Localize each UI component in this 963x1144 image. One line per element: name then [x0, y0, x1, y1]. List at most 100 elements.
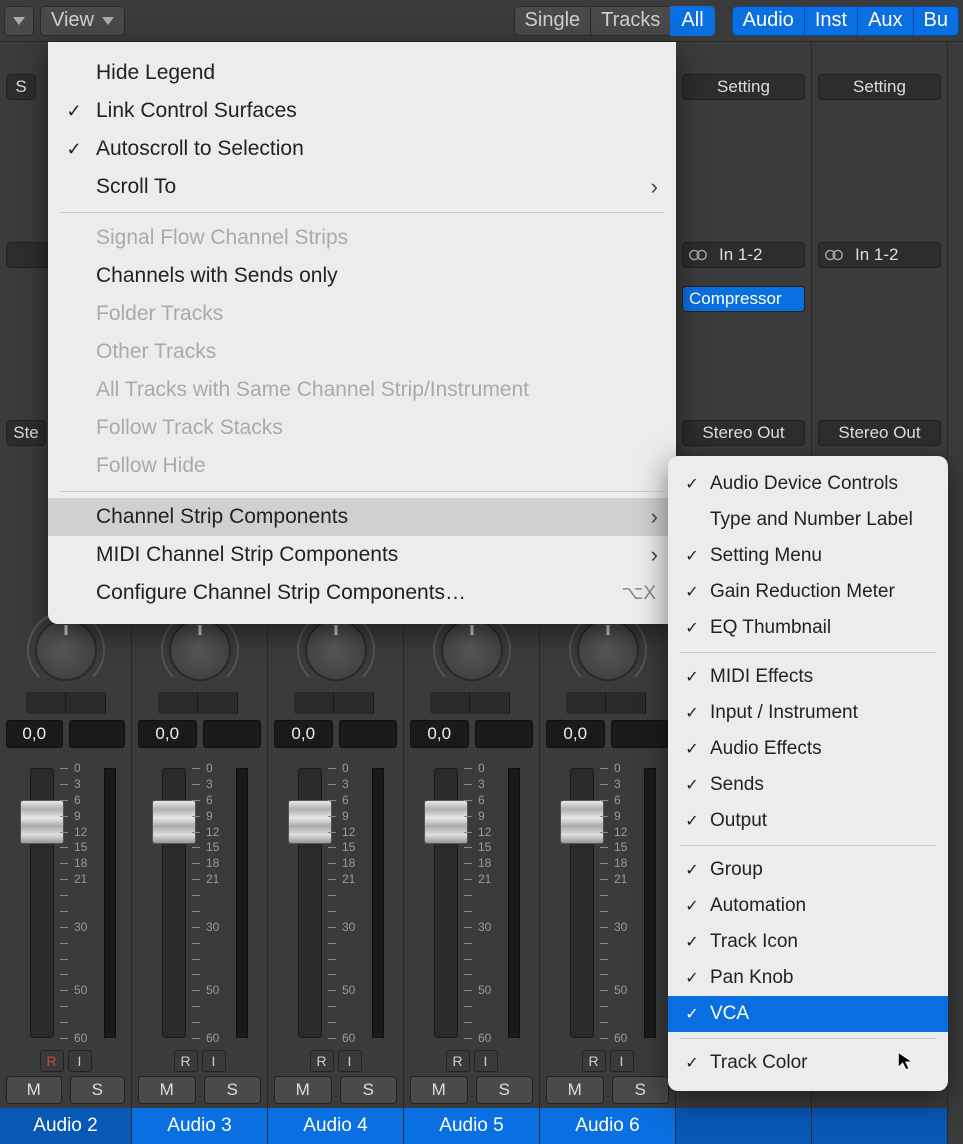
view-menu-dropdown: Hide Legend ✓Link Control Surfaces ✓Auto…: [48, 42, 676, 624]
seg-tracks[interactable]: Tracks: [590, 6, 671, 36]
submenu-item[interactable]: ✓Track Color: [668, 1045, 948, 1081]
track-name[interactable]: Audio 3: [132, 1108, 267, 1144]
mute-button[interactable]: M: [138, 1076, 196, 1104]
pan-knob[interactable]: [35, 619, 97, 681]
menu-item-folder-tracks: Folder Tracks: [48, 295, 676, 333]
solo-button[interactable]: S: [612, 1076, 670, 1104]
input-monitor-button[interactable]: I: [474, 1050, 498, 1072]
submenu-item-vca[interactable]: ✓VCA: [668, 996, 948, 1032]
menu-separator: [60, 491, 664, 492]
pan-value[interactable]: 0,0: [6, 720, 63, 748]
seg-bus[interactable]: Bu: [913, 6, 959, 36]
pan-knob[interactable]: [305, 619, 367, 681]
seg-inst[interactable]: Inst: [804, 6, 858, 36]
input-monitor-button[interactable]: I: [338, 1050, 362, 1072]
submenu-item[interactable]: ✓Sends: [668, 767, 948, 803]
menu-item-link-control-surfaces[interactable]: ✓Link Control Surfaces: [48, 92, 676, 130]
channel-strip-components-submenu: ✓Audio Device Controls Type and Number L…: [668, 456, 948, 1091]
solo-button[interactable]: S: [70, 1076, 126, 1104]
submenu-item[interactable]: ✓Input / Instrument: [668, 695, 948, 731]
record-button[interactable]: R: [310, 1050, 334, 1072]
chevron-right-icon: ›: [651, 174, 658, 200]
pan-knob[interactable]: [169, 619, 231, 681]
input-monitor-button[interactable]: I: [610, 1050, 634, 1072]
input-slot[interactable]: In 1-2: [682, 242, 805, 268]
level-bar: [26, 692, 106, 714]
view-menu-button[interactable]: View: [40, 6, 125, 36]
menu-item-channel-strip-components[interactable]: Channel Strip Components›: [48, 498, 676, 536]
track-name[interactable]: Audio 4: [268, 1108, 403, 1144]
seg-single[interactable]: Single: [514, 6, 592, 36]
seg-audio[interactable]: Audio: [732, 6, 805, 36]
fader-scale: 036912151821305060: [60, 768, 116, 1038]
submenu-item[interactable]: ✓Output: [668, 803, 948, 839]
submenu-item[interactable]: ✓Automation: [668, 888, 948, 924]
seg-aux[interactable]: Aux: [857, 6, 913, 36]
track-name[interactable]: Audio 6: [540, 1108, 675, 1144]
seg-all[interactable]: All: [670, 6, 714, 36]
menu-item-signal-flow: Signal Flow Channel Strips: [48, 219, 676, 257]
audio-fx-slot[interactable]: Compressor: [682, 286, 805, 312]
menu-item-sends-only[interactable]: Channels with Sends only: [48, 257, 676, 295]
submenu-item[interactable]: ✓Pan Knob: [668, 960, 948, 996]
output-slot[interactable]: Ste: [6, 420, 46, 446]
pan-value[interactable]: 0,0: [546, 720, 605, 748]
record-button[interactable]: R: [582, 1050, 606, 1072]
submenu-item[interactable]: ✓Audio Device Controls: [668, 466, 948, 502]
record-button[interactable]: R: [446, 1050, 470, 1072]
track-name[interactable]: Audio 2: [0, 1108, 131, 1144]
pan-value[interactable]: 0,0: [138, 720, 197, 748]
submenu-item[interactable]: Type and Number Label: [668, 502, 948, 538]
track-name[interactable]: [812, 1108, 947, 1144]
solo-button[interactable]: S: [340, 1076, 398, 1104]
check-icon: ✓: [682, 582, 702, 602]
submenu-item[interactable]: ✓Audio Effects: [668, 731, 948, 767]
submenu-item[interactable]: ✓Track Icon: [668, 924, 948, 960]
track-name[interactable]: [676, 1108, 811, 1144]
menu-item-configure-components[interactable]: Configure Channel Strip Components…⌥X: [48, 574, 676, 612]
solo-button[interactable]: S: [204, 1076, 262, 1104]
filter-segment: Audio Inst Aux Bu: [733, 6, 959, 36]
mute-button[interactable]: M: [410, 1076, 468, 1104]
output-slot[interactable]: Stereo Out: [682, 420, 805, 446]
setting-slot[interactable]: Setting: [818, 74, 941, 100]
setting-slot[interactable]: Setting: [682, 74, 805, 100]
chevron-right-icon: ›: [651, 542, 658, 568]
setting-slot[interactable]: S: [6, 74, 36, 100]
track-name[interactable]: Audio 5: [404, 1108, 539, 1144]
view-menu-label: View: [51, 9, 94, 32]
fader-cap[interactable]: [20, 800, 64, 844]
mute-button[interactable]: M: [274, 1076, 332, 1104]
menu-item-scroll-to[interactable]: Scroll To›: [48, 168, 676, 206]
menu-item-same-strip: All Tracks with Same Channel Strip/Instr…: [48, 371, 676, 409]
check-icon: ✓: [682, 739, 702, 759]
pan-knob[interactable]: [577, 619, 639, 681]
submenu-item[interactable]: ✓Setting Menu: [668, 538, 948, 574]
output-slot[interactable]: Stereo Out: [818, 420, 941, 446]
menu-item-midi-strip-components[interactable]: MIDI Channel Strip Components›: [48, 536, 676, 574]
pan-value[interactable]: 0,0: [274, 720, 333, 748]
submenu-item[interactable]: ✓EQ Thumbnail: [668, 610, 948, 646]
input-monitor-button[interactable]: I: [68, 1050, 92, 1072]
record-button[interactable]: R: [40, 1050, 64, 1072]
pan-value[interactable]: 0,0: [410, 720, 469, 748]
pan-knob[interactable]: [441, 619, 503, 681]
record-button[interactable]: R: [174, 1050, 198, 1072]
check-icon: ✓: [682, 1053, 702, 1073]
submenu-item[interactable]: ✓Group: [668, 852, 948, 888]
submenu-item[interactable]: ✓MIDI Effects: [668, 659, 948, 695]
check-icon: ✓: [682, 1004, 702, 1024]
view-mode-segment: Single Tracks All: [515, 6, 715, 36]
mute-button[interactable]: M: [6, 1076, 62, 1104]
solo-button[interactable]: S: [476, 1076, 534, 1104]
mixer-toolbar: View Single Tracks All Audio Inst Aux Bu: [0, 0, 963, 42]
menu-item-follow-stacks: Follow Track Stacks: [48, 409, 676, 447]
toolbar-dropdown[interactable]: [4, 6, 34, 36]
menu-item-autoscroll[interactable]: ✓Autoscroll to Selection: [48, 130, 676, 168]
pan-knob-area: [0, 619, 131, 681]
mute-button[interactable]: M: [546, 1076, 604, 1104]
submenu-item[interactable]: ✓Gain Reduction Meter: [668, 574, 948, 610]
input-monitor-button[interactable]: I: [202, 1050, 226, 1072]
menu-item-hide-legend[interactable]: Hide Legend: [48, 54, 676, 92]
input-slot[interactable]: In 1-2: [818, 242, 941, 268]
